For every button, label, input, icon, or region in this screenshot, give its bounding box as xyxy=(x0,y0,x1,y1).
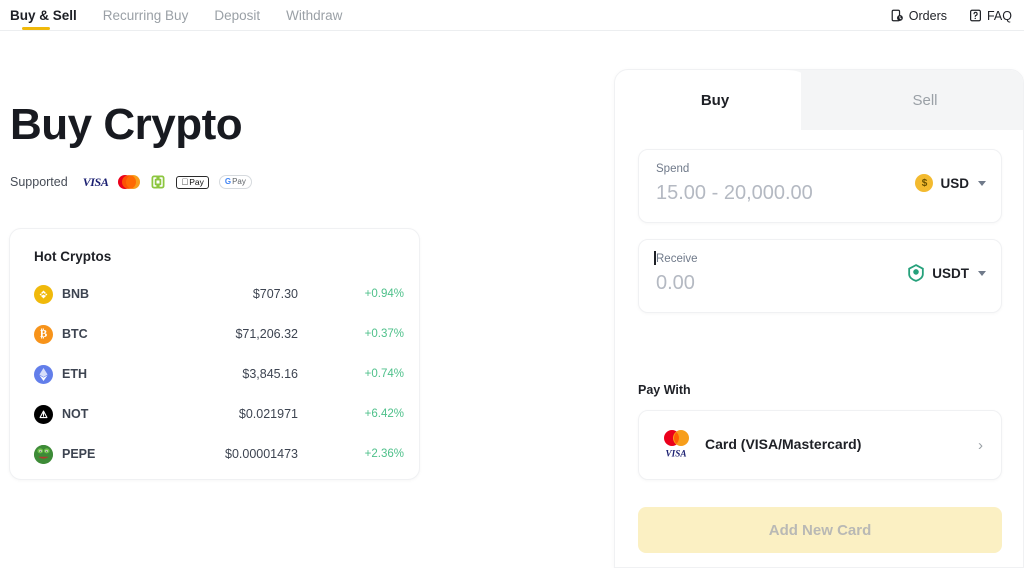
crypto-symbol: ETH xyxy=(62,367,87,381)
crypto-change: +0.94% xyxy=(310,288,404,300)
table-row[interactable]: PEPE $0.00001473 +2.36% xyxy=(10,434,421,474)
eth-coin-icon xyxy=(34,365,53,384)
tab-sell[interactable]: Sell xyxy=(825,70,1024,130)
crypto-change: +0.74% xyxy=(310,368,404,380)
google-pay-logo-icon: GPay xyxy=(219,175,252,189)
table-row[interactable]: ETH $3,845.16 +0.74% xyxy=(10,354,421,394)
mastercard-visa-icon: VISA xyxy=(661,427,691,463)
receive-input[interactable]: 0.00 xyxy=(656,272,695,295)
buy-sell-tabs: Buy Sell xyxy=(615,70,1024,130)
svg-text:VISA: VISA xyxy=(666,449,687,459)
apple-pay-logo-icon: Pay xyxy=(176,176,208,189)
receive-label: Receive xyxy=(656,253,698,265)
btc-coin-icon: ₿ xyxy=(34,325,53,344)
spend-label: Spend xyxy=(656,163,689,175)
spend-currency-selector[interactable]: $ USD xyxy=(915,174,986,192)
faq-icon xyxy=(969,9,982,22)
spend-currency-label: USD xyxy=(940,176,969,191)
not-coin-icon xyxy=(34,405,53,424)
top-navigation-bar: Buy & Sell Recurring Buy Deposit Withdra… xyxy=(0,0,1024,31)
visa-logo-text: VISA xyxy=(83,175,109,190)
spend-input[interactable]: 15.00 - 20,000.00 xyxy=(656,182,813,205)
payment-method-label: Card (VISA/Mastercard) xyxy=(705,436,861,452)
table-row[interactable]: NOT $0.021971 +6.42% xyxy=(10,394,421,434)
crypto-change: +6.42% xyxy=(310,408,404,420)
google-pay-label: Pay xyxy=(232,178,246,186)
table-row[interactable]: ₿ BTC $71,206.32 +0.37% xyxy=(10,314,421,354)
active-tab-indicator xyxy=(22,27,50,30)
page-title: Buy Crypto xyxy=(10,100,242,150)
crypto-price: $3,845.16 xyxy=(140,367,298,381)
usd-coin-icon: $ xyxy=(915,174,933,192)
usdt-coin-icon xyxy=(907,264,925,282)
nav-tabs: Buy & Sell Recurring Buy Deposit Withdra… xyxy=(10,0,368,31)
payment-method-row[interactable]: VISA Card (VISA/Mastercard) › xyxy=(638,410,1002,480)
chevron-down-icon xyxy=(978,271,986,276)
crypto-price: $0.021971 xyxy=(140,407,298,421)
crypto-change: +2.36% xyxy=(310,448,404,460)
page-root: Buy & Sell Recurring Buy Deposit Withdra… xyxy=(0,0,1024,568)
pay-with-label: Pay With xyxy=(638,383,691,397)
pepe-coin-icon xyxy=(34,445,53,464)
crypto-price: $0.00001473 xyxy=(140,447,298,461)
visa-logo-icon: VISA xyxy=(83,175,109,190)
nav-tab-deposit[interactable]: Deposit xyxy=(214,0,274,31)
nav-utility-links: Orders FAQ xyxy=(891,0,1012,31)
nav-tab-recurring-buy[interactable]: Recurring Buy xyxy=(103,0,203,31)
receive-currency-selector[interactable]: USDT xyxy=(907,264,986,282)
apple-pay-label: Pay xyxy=(189,178,204,187)
spend-field[interactable]: Spend 15.00 - 20,000.00 $ USD xyxy=(638,149,1002,223)
supported-payments-row: Supported VISA Pay GPay xyxy=(10,174,252,190)
crypto-symbol: BNB xyxy=(62,287,89,301)
crypto-change: +0.37% xyxy=(310,328,404,340)
crypto-symbol: NOT xyxy=(62,407,88,421)
trade-panel: Buy Sell Spend 15.00 - 20,000.00 $ USD R… xyxy=(614,69,1024,568)
tab-buy[interactable]: Buy xyxy=(615,70,815,130)
mastercard-logo-icon xyxy=(118,175,140,189)
nav-tab-withdraw[interactable]: Withdraw xyxy=(286,0,356,31)
crypto-price: $707.30 xyxy=(140,287,298,301)
chevron-right-icon: › xyxy=(978,437,983,454)
crypto-symbol: PEPE xyxy=(62,447,95,461)
orders-link[interactable]: Orders xyxy=(891,9,947,23)
table-row[interactable]: BNB $707.30 +0.94% xyxy=(10,274,421,314)
receive-field[interactable]: Receive 0.00 USDT xyxy=(638,239,1002,313)
bnb-coin-icon xyxy=(34,285,53,304)
orders-label: Orders xyxy=(909,9,947,23)
add-new-card-button[interactable]: Add New Card xyxy=(638,507,1002,553)
crypto-symbol: BTC xyxy=(62,327,88,341)
faq-label: FAQ xyxy=(987,9,1012,23)
faq-link[interactable]: FAQ xyxy=(969,9,1012,23)
hot-cryptos-title: Hot Cryptos xyxy=(34,249,111,264)
supported-label: Supported xyxy=(10,175,68,189)
hot-cryptos-card: Hot Cryptos BNB $707.30 +0.94% ₿ BTC $71… xyxy=(9,228,420,480)
chevron-down-icon xyxy=(978,181,986,186)
crypto-price: $71,206.32 xyxy=(140,327,298,341)
receive-currency-label: USDT xyxy=(932,266,969,281)
green-pay-logo-icon xyxy=(150,174,166,190)
orders-icon xyxy=(891,9,904,22)
